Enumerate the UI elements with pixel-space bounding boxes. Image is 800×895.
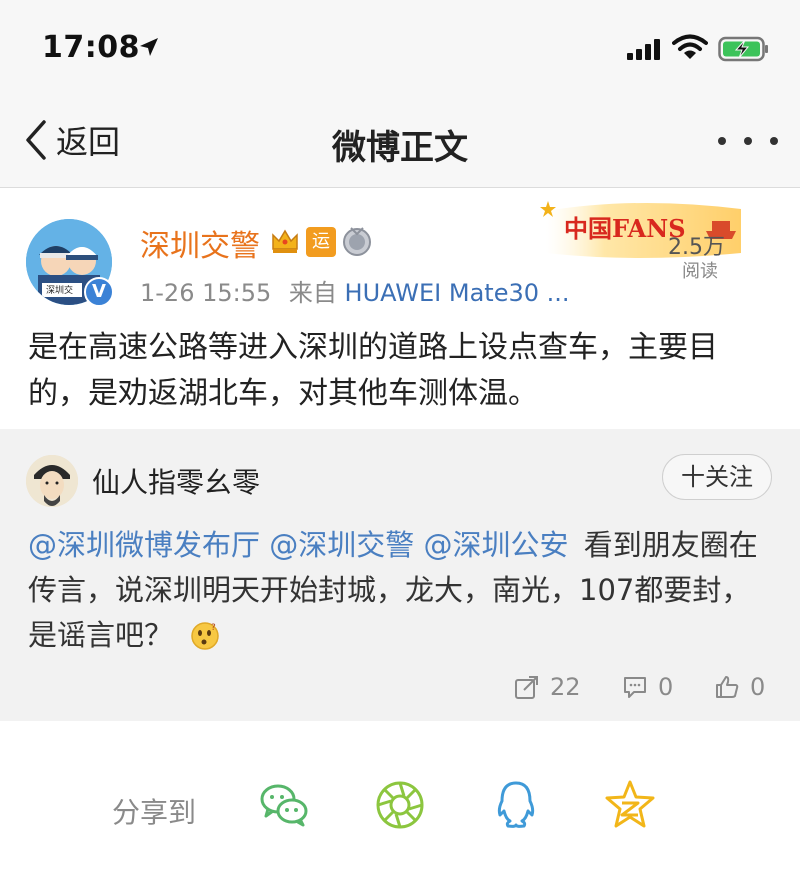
clock: 17:08 — [42, 30, 140, 65]
repost-action[interactable]: 22 — [514, 671, 581, 703]
repost-user-avatar[interactable] — [26, 455, 78, 507]
page-title: 微博正文 — [332, 128, 468, 168]
medal-badge-icon — [343, 227, 371, 256]
wechat-icon[interactable] — [258, 779, 310, 831]
follow-button[interactable]: 十关注 — [662, 454, 772, 500]
moments-icon[interactable] — [374, 779, 426, 831]
battery-charging-icon — [718, 36, 768, 62]
comment-icon — [624, 677, 646, 698]
author-name[interactable]: 深圳交警 — [140, 221, 260, 265]
more-options-button[interactable] — [718, 126, 778, 156]
location-arrow-icon — [140, 38, 158, 56]
repost-text: @深圳微博发布厅 @深圳交警 @深圳公安 看到朋友圈在传言，说深圳明天开始封城，… — [28, 523, 774, 658]
yun-badge: 运 — [306, 227, 336, 257]
wifi-icon — [672, 34, 708, 59]
mention-link[interactable]: @深圳公安 — [423, 528, 568, 562]
share-bar: 分享到 — [0, 721, 800, 895]
qq-icon[interactable] — [490, 779, 542, 831]
post-meta: 1-26 15:55 来自 HUAWEI Mate30 ... — [140, 273, 570, 308]
avatar-text: 深圳交 — [46, 286, 74, 296]
repost-user-name[interactable]: 仙人指零幺零 — [92, 461, 260, 501]
verified-badge: V — [84, 277, 114, 307]
crown-badge-icon — [272, 229, 298, 253]
post-text: 是在高速公路等进入深圳的道路上设点查车，主要目的，是劝返湖北车，对其他车测体温。 — [28, 330, 718, 411]
comment-count: 0 — [658, 673, 674, 701]
cellular-signal-icon — [627, 39, 660, 60]
post-source[interactable]: HUAWEI Mate30 ... — [345, 279, 570, 307]
share-label: 分享到 — [112, 796, 197, 829]
share-arrow-icon — [515, 676, 538, 699]
like-action[interactable]: 0 — [714, 671, 765, 703]
post-time: 1-26 15:55 — [140, 279, 272, 307]
thinking-emoji-icon: ? — [191, 622, 219, 650]
more-dots-icon — [718, 137, 726, 145]
weibo-post: 深圳交 V 深圳交警 运 1-26 15:55 来自 HUAWEI Mate30… — [0, 189, 800, 429]
nav-bar: 返回 微博正文 — [0, 96, 800, 188]
svg-text:?: ? — [211, 623, 216, 633]
qzone-icon[interactable] — [604, 779, 656, 831]
scholar-portrait-icon — [26, 455, 78, 507]
read-label: 阅读 — [682, 261, 718, 282]
quoted-post[interactable]: 仙人指零幺零 十关注 @深圳微博发布厅 @深圳交警 @深圳公安 看到朋友圈在传言… — [0, 429, 800, 721]
comment-action[interactable]: 0 — [622, 671, 673, 703]
repost-count: 22 — [550, 673, 581, 701]
mention-link[interactable]: @深圳微博发布厅 — [28, 528, 260, 562]
mention-link[interactable]: @深圳交警 — [269, 528, 414, 562]
status-bar: 17:08 — [0, 0, 800, 96]
thumbs-up-icon — [716, 676, 739, 698]
like-count: 0 — [750, 673, 766, 701]
source-prefix: 来自 — [288, 279, 337, 307]
